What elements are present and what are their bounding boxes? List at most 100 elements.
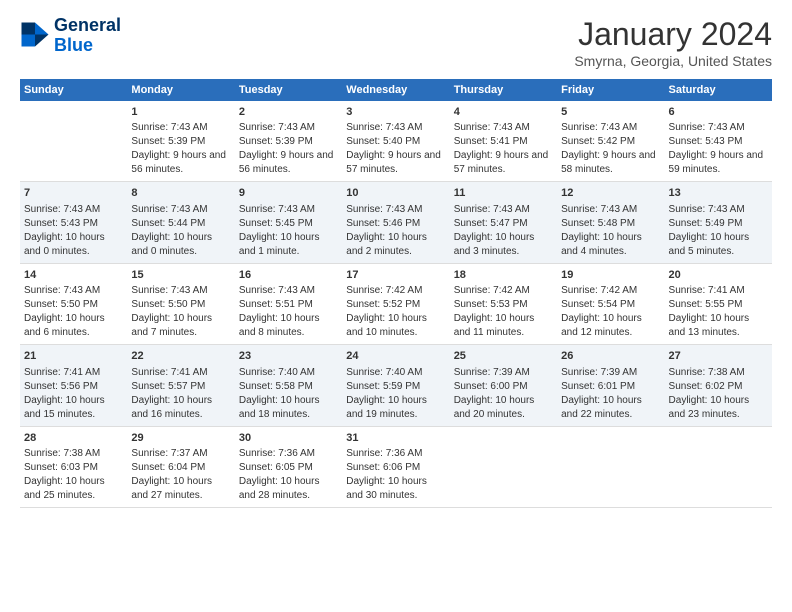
sunrise-text: Sunrise: 7:43 AM: [131, 284, 230, 298]
cell-w2-d4: 18Sunrise: 7:42 AMSunset: 5:53 PMDayligh…: [450, 263, 557, 344]
col-wednesday: Wednesday: [342, 79, 449, 101]
daylight-text: Daylight: 10 hours and 0 minutes.: [24, 231, 123, 259]
daylight-text: Daylight: 10 hours and 0 minutes.: [131, 231, 230, 259]
sunrise-text: Sunrise: 7:43 AM: [24, 284, 123, 298]
daylight-text: Daylight: 9 hours and 57 minutes.: [346, 149, 445, 177]
cell-w1-d5: 12Sunrise: 7:43 AMSunset: 5:48 PMDayligh…: [557, 182, 664, 263]
daylight-text: Daylight: 10 hours and 11 minutes.: [454, 312, 553, 340]
daylight-text: Daylight: 9 hours and 58 minutes.: [561, 149, 660, 177]
day-number: 22: [131, 349, 230, 364]
sunset-text: Sunset: 6:06 PM: [346, 461, 445, 475]
sunrise-text: Sunrise: 7:40 AM: [346, 366, 445, 380]
logo-icon: [20, 21, 50, 51]
sunrise-text: Sunrise: 7:37 AM: [131, 447, 230, 461]
day-number: 17: [346, 268, 445, 283]
sunset-text: Sunset: 5:57 PM: [131, 380, 230, 394]
sunset-text: Sunset: 5:48 PM: [561, 217, 660, 231]
subtitle: Smyrna, Georgia, United States: [574, 53, 772, 69]
day-number: 6: [669, 105, 768, 120]
sunrise-text: Sunrise: 7:40 AM: [239, 366, 338, 380]
sunrise-text: Sunrise: 7:43 AM: [239, 203, 338, 217]
cell-w1-d4: 11Sunrise: 7:43 AMSunset: 5:47 PMDayligh…: [450, 182, 557, 263]
sunset-text: Sunset: 5:50 PM: [131, 298, 230, 312]
cell-w1-d1: 8Sunrise: 7:43 AMSunset: 5:44 PMDaylight…: [127, 182, 234, 263]
sunset-text: Sunset: 6:05 PM: [239, 461, 338, 475]
daylight-text: Daylight: 10 hours and 25 minutes.: [24, 475, 123, 503]
daylight-text: Daylight: 10 hours and 30 minutes.: [346, 475, 445, 503]
cell-w3-d3: 24Sunrise: 7:40 AMSunset: 5:59 PMDayligh…: [342, 345, 449, 426]
title-block: January 2024 Smyrna, Georgia, United Sta…: [574, 16, 772, 69]
calendar-table: Sunday Monday Tuesday Wednesday Thursday…: [20, 79, 772, 508]
daylight-text: Daylight: 10 hours and 19 minutes.: [346, 394, 445, 422]
cell-w0-d5: 5Sunrise: 7:43 AMSunset: 5:42 PMDaylight…: [557, 101, 664, 182]
day-number: 20: [669, 268, 768, 283]
daylight-text: Daylight: 10 hours and 18 minutes.: [239, 394, 338, 422]
cell-w4-d3: 31Sunrise: 7:36 AMSunset: 6:06 PMDayligh…: [342, 426, 449, 507]
sunset-text: Sunset: 6:02 PM: [669, 380, 768, 394]
daylight-text: Daylight: 10 hours and 12 minutes.: [561, 312, 660, 340]
cell-w0-d2: 2Sunrise: 7:43 AMSunset: 5:39 PMDaylight…: [235, 101, 342, 182]
daylight-text: Daylight: 10 hours and 10 minutes.: [346, 312, 445, 340]
calendar-header: Sunday Monday Tuesday Wednesday Thursday…: [20, 79, 772, 101]
day-number: 23: [239, 349, 338, 364]
sunset-text: Sunset: 6:03 PM: [24, 461, 123, 475]
sunset-text: Sunset: 5:46 PM: [346, 217, 445, 231]
calendar-row-3: 21Sunrise: 7:41 AMSunset: 5:56 PMDayligh…: [20, 345, 772, 426]
day-number: 25: [454, 349, 553, 364]
sunrise-text: Sunrise: 7:43 AM: [131, 121, 230, 135]
sunrise-text: Sunrise: 7:43 AM: [239, 121, 338, 135]
logo: General Blue: [20, 16, 121, 56]
cell-w2-d2: 16Sunrise: 7:43 AMSunset: 5:51 PMDayligh…: [235, 263, 342, 344]
col-tuesday: Tuesday: [235, 79, 342, 101]
sunrise-text: Sunrise: 7:43 AM: [131, 203, 230, 217]
sunrise-text: Sunrise: 7:43 AM: [454, 121, 553, 135]
day-number: 16: [239, 268, 338, 283]
daylight-text: Daylight: 9 hours and 57 minutes.: [454, 149, 553, 177]
sunset-text: Sunset: 5:41 PM: [454, 135, 553, 149]
sunset-text: Sunset: 5:39 PM: [131, 135, 230, 149]
cell-w0-d6: 6Sunrise: 7:43 AMSunset: 5:43 PMDaylight…: [665, 101, 772, 182]
daylight-text: Daylight: 9 hours and 56 minutes.: [239, 149, 338, 177]
cell-w4-d1: 29Sunrise: 7:37 AMSunset: 6:04 PMDayligh…: [127, 426, 234, 507]
daylight-text: Daylight: 9 hours and 56 minutes.: [131, 149, 230, 177]
day-number: 18: [454, 268, 553, 283]
col-saturday: Saturday: [665, 79, 772, 101]
header: General Blue January 2024 Smyrna, Georgi…: [20, 16, 772, 69]
daylight-text: Daylight: 10 hours and 13 minutes.: [669, 312, 768, 340]
daylight-text: Daylight: 10 hours and 3 minutes.: [454, 231, 553, 259]
sunrise-text: Sunrise: 7:42 AM: [454, 284, 553, 298]
cell-w3-d1: 22Sunrise: 7:41 AMSunset: 5:57 PMDayligh…: [127, 345, 234, 426]
day-number: 26: [561, 349, 660, 364]
cell-w2-d0: 14Sunrise: 7:43 AMSunset: 5:50 PMDayligh…: [20, 263, 127, 344]
cell-w0-d3: 3Sunrise: 7:43 AMSunset: 5:40 PMDaylight…: [342, 101, 449, 182]
calendar-row-1: 7Sunrise: 7:43 AMSunset: 5:43 PMDaylight…: [20, 182, 772, 263]
cell-w3-d0: 21Sunrise: 7:41 AMSunset: 5:56 PMDayligh…: [20, 345, 127, 426]
logo-text: General Blue: [54, 16, 121, 56]
sunset-text: Sunset: 5:50 PM: [24, 298, 123, 312]
day-number: 9: [239, 186, 338, 201]
day-number: 21: [24, 349, 123, 364]
header-row: Sunday Monday Tuesday Wednesday Thursday…: [20, 79, 772, 101]
cell-w3-d6: 27Sunrise: 7:38 AMSunset: 6:02 PMDayligh…: [665, 345, 772, 426]
sunset-text: Sunset: 5:43 PM: [24, 217, 123, 231]
sunset-text: Sunset: 5:56 PM: [24, 380, 123, 394]
sunrise-text: Sunrise: 7:43 AM: [454, 203, 553, 217]
day-number: 31: [346, 431, 445, 446]
cell-w3-d4: 25Sunrise: 7:39 AMSunset: 6:00 PMDayligh…: [450, 345, 557, 426]
day-number: 14: [24, 268, 123, 283]
cell-w0-d0: [20, 101, 127, 182]
sunrise-text: Sunrise: 7:38 AM: [24, 447, 123, 461]
cell-w1-d3: 10Sunrise: 7:43 AMSunset: 5:46 PMDayligh…: [342, 182, 449, 263]
calendar-row-2: 14Sunrise: 7:43 AMSunset: 5:50 PMDayligh…: [20, 263, 772, 344]
sunset-text: Sunset: 6:01 PM: [561, 380, 660, 394]
col-friday: Friday: [557, 79, 664, 101]
cell-w2-d6: 20Sunrise: 7:41 AMSunset: 5:55 PMDayligh…: [665, 263, 772, 344]
main-title: January 2024: [574, 16, 772, 53]
cell-w4-d6: [665, 426, 772, 507]
sunrise-text: Sunrise: 7:43 AM: [669, 121, 768, 135]
day-number: 7: [24, 186, 123, 201]
sunset-text: Sunset: 5:52 PM: [346, 298, 445, 312]
sunrise-text: Sunrise: 7:43 AM: [24, 203, 123, 217]
cell-w3-d5: 26Sunrise: 7:39 AMSunset: 6:01 PMDayligh…: [557, 345, 664, 426]
sunrise-text: Sunrise: 7:43 AM: [239, 284, 338, 298]
